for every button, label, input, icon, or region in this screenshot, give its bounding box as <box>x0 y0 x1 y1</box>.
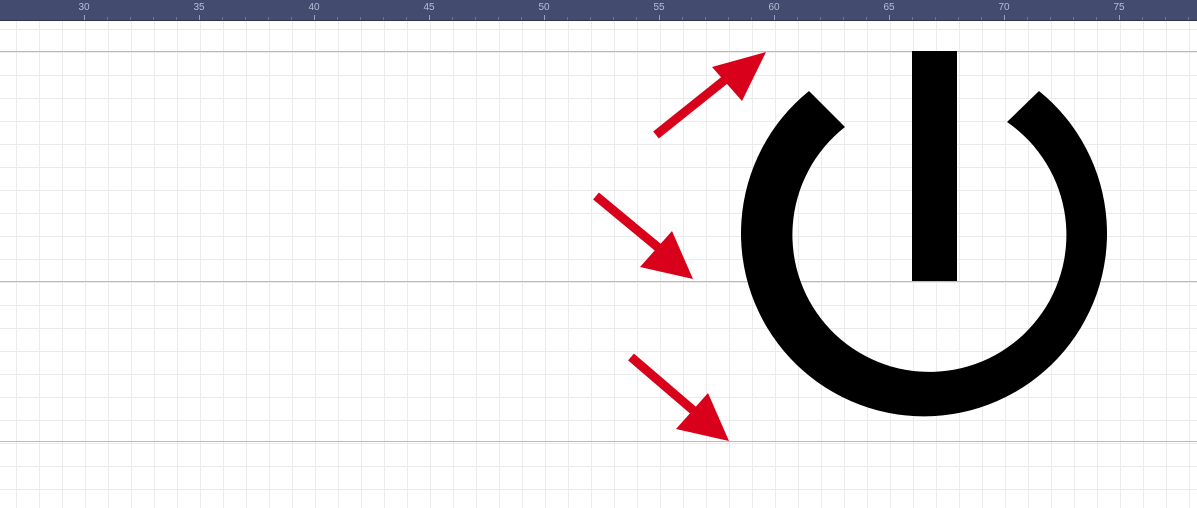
ruler-tick <box>1050 17 1051 20</box>
ruler-tick <box>935 17 936 20</box>
ruler-tick <box>958 17 959 20</box>
ruler-label: 50 <box>538 2 550 13</box>
horizontal-ruler[interactable]: 30 35 40 45 50 55 60 65 70 75 <box>0 0 1197 21</box>
ruler-tick <box>1188 17 1189 20</box>
ruler-tick-major <box>84 15 85 20</box>
ruler-label: 30 <box>78 2 90 13</box>
artboard-canvas[interactable] <box>0 21 1197 508</box>
arrow-icon[interactable] <box>653 52 766 139</box>
ruler-tick-major <box>659 15 660 20</box>
ruler-tick <box>866 17 867 20</box>
ruler-tick <box>912 17 913 20</box>
ruler-tick-major <box>199 15 200 20</box>
ruler-tick <box>360 17 361 20</box>
ruler-tick <box>498 17 499 20</box>
ruler-tick <box>107 17 108 20</box>
ruler-label: 55 <box>653 2 665 13</box>
ruler-tick <box>222 17 223 20</box>
ruler-tick <box>130 17 131 20</box>
ruler-tick <box>590 17 591 20</box>
ruler-tick <box>1142 17 1143 20</box>
ruler-tick <box>406 17 407 20</box>
ruler-tick <box>682 17 683 20</box>
ruler-label: 60 <box>768 2 780 13</box>
ruler-label: 65 <box>883 2 895 13</box>
ruler-tick <box>475 17 476 20</box>
ruler-tick-major <box>1004 15 1005 20</box>
ruler-tick <box>567 17 568 20</box>
ruler-tick <box>1027 17 1028 20</box>
ruler-tick <box>981 17 982 20</box>
ruler-tick <box>268 17 269 20</box>
ruler-label: 35 <box>193 2 205 13</box>
ruler-tick <box>521 17 522 20</box>
ruler-label: 70 <box>998 2 1010 13</box>
ruler-tick-major <box>1119 15 1120 20</box>
artwork-layer <box>593 51 1107 441</box>
ruler-tick <box>636 17 637 20</box>
ruler-tick-major <box>544 15 545 20</box>
ruler-tick <box>843 17 844 20</box>
ruler-tick-major <box>314 15 315 20</box>
arrow-icon[interactable] <box>628 353 729 441</box>
ruler-tick <box>452 17 453 20</box>
ruler-tick <box>797 17 798 20</box>
ruler-tick <box>1096 17 1097 20</box>
ruler-tick <box>705 17 706 20</box>
ruler-tick <box>613 17 614 20</box>
ruler-tick <box>291 17 292 20</box>
ruler-tick <box>751 17 752 20</box>
ruler-tick <box>245 17 246 20</box>
ruler-tick-major <box>889 15 890 20</box>
ruler-tick <box>1165 17 1166 20</box>
ruler-tick <box>728 17 729 20</box>
ruler-tick <box>153 17 154 20</box>
arrow-icon[interactable] <box>593 192 693 279</box>
ruler-label: 75 <box>1113 2 1125 13</box>
ruler-label: 40 <box>308 2 320 13</box>
ruler-tick <box>820 17 821 20</box>
ruler-tick <box>1073 17 1074 20</box>
ruler-tick <box>383 17 384 20</box>
ruler-tick <box>337 17 338 20</box>
ruler-tick-major <box>429 15 430 20</box>
ruler-tick-major <box>774 15 775 20</box>
icon-editor: 30 35 40 45 50 55 60 65 70 75 <box>0 0 1197 508</box>
power-icon-stem[interactable] <box>912 51 957 281</box>
ruler-label: 45 <box>423 2 435 13</box>
power-icon[interactable] <box>740 51 1107 417</box>
ruler-tick <box>176 17 177 20</box>
